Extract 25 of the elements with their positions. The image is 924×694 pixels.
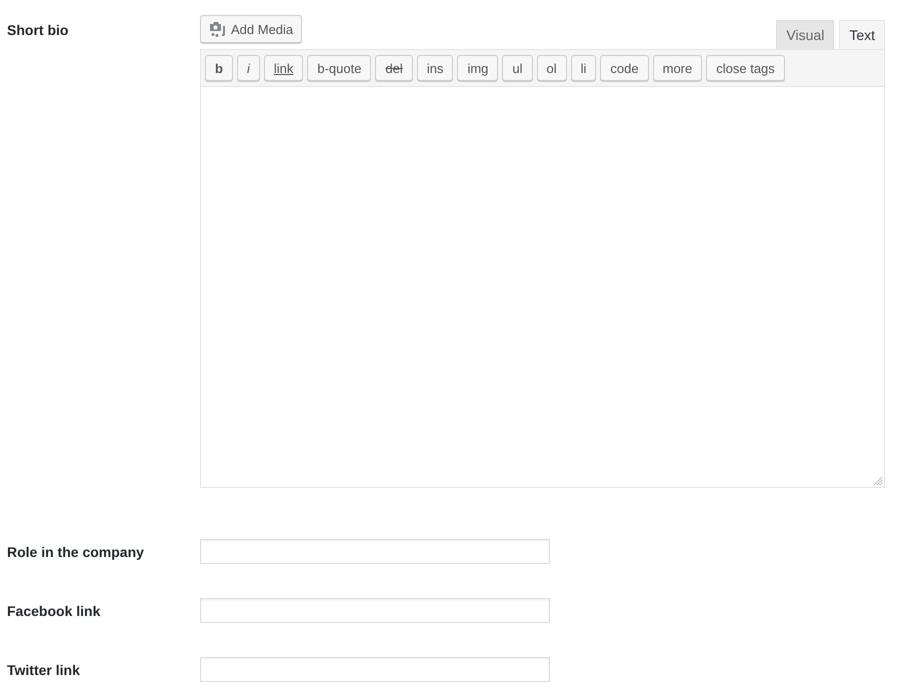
quicktag-button[interactable]: b: [205, 55, 233, 81]
input-field[interactable]: [200, 657, 550, 682]
add-media-button[interactable]: Add Media: [200, 15, 302, 43]
input-field[interactable]: [200, 539, 550, 564]
quicktag-button[interactable]: more: [652, 55, 702, 81]
quicktag-button[interactable]: code: [600, 55, 649, 81]
media-icon: [209, 21, 226, 37]
field-label: Role in the company: [7, 542, 145, 562]
quicktag-button[interactable]: img: [457, 55, 498, 81]
quicktag-button[interactable]: b-quote: [307, 55, 372, 81]
quicktag-button[interactable]: ol: [536, 55, 567, 81]
quicktag-button[interactable]: del: [375, 55, 413, 81]
quicktag-button[interactable]: close tags: [706, 55, 785, 81]
input-field[interactable]: [200, 598, 550, 623]
resize-handle-icon[interactable]: [874, 477, 882, 485]
quicktag-button[interactable]: li: [570, 55, 596, 81]
editor-tab[interactable]: Text: [839, 20, 885, 49]
field-label: Twitter link: [7, 660, 81, 680]
quicktag-button[interactable]: ul: [502, 55, 533, 81]
quicktag-button[interactable]: link: [264, 55, 304, 81]
quicktag-button[interactable]: i: [236, 55, 260, 81]
field-label: Facebook link: [7, 602, 102, 620]
field-label: Short bio: [7, 21, 70, 40]
quicktag-button[interactable]: ins: [416, 55, 454, 81]
editor-tab[interactable]: Visual: [776, 20, 834, 49]
